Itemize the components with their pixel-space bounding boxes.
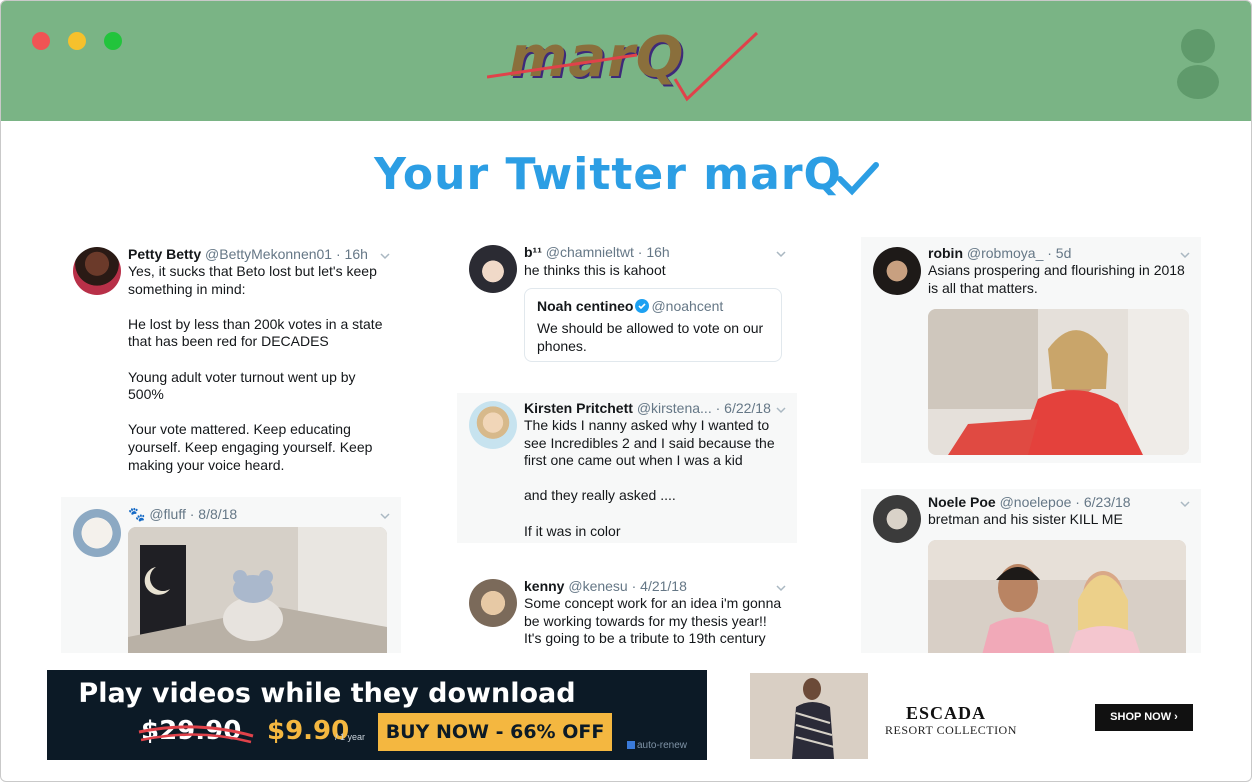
tweet-card-betty[interactable]: Petty Betty @BettyMekonnen01 · 16h Yes, … <box>61 237 401 487</box>
browser-window: marQ Your Twitter marQ Petty Betty @Bett… <box>0 0 1252 782</box>
tweet-text: Some concept work for an idea i'm gonna … <box>524 595 782 647</box>
tweet-author-name[interactable]: kenny <box>524 578 564 594</box>
chevron-down-icon[interactable] <box>379 250 391 262</box>
tweet-media-image[interactable] <box>928 540 1186 653</box>
avatar[interactable] <box>469 401 517 449</box>
strikethrough-icon <box>138 725 254 744</box>
tweet-text: bretman and his sister KILL ME <box>928 511 1123 527</box>
tweet-card-kenny[interactable]: kenny @kenesu · 4/21/18 Some concept wor… <box>457 569 797 653</box>
tweet-text: Asians prospering and flourishing in 201… <box>928 262 1185 296</box>
chevron-down-icon[interactable] <box>1179 249 1191 261</box>
tweet-column-2: b¹¹ @chamnieltwt · 16h he thinks this is… <box>457 237 797 653</box>
tweet-meta: @noelepoe · 6/23/18 <box>999 494 1131 510</box>
tweet-meta: @chamnieltwt · 16h <box>545 244 670 260</box>
marq-logo[interactable]: marQ <box>487 19 767 103</box>
ad-brand: ESCADA <box>906 703 987 723</box>
ad-banner-escada[interactable]: ESCADA RESORT COLLECTION SHOP NOW › <box>750 673 1207 759</box>
avatar[interactable] <box>873 495 921 543</box>
tweet-author-name[interactable]: b¹¹ <box>524 244 542 260</box>
tweet-text: Yes, it sucks that Beto lost but let's k… <box>128 263 383 473</box>
tweet-text: The kids I nanny asked why I wanted to s… <box>524 417 775 539</box>
chevron-down-icon[interactable] <box>775 248 787 260</box>
tweet-meta: @robmoya_ · 5d <box>966 245 1072 261</box>
user-profile-icon[interactable] <box>1177 29 1221 99</box>
tweet-card-b11[interactable]: b¹¹ @chamnieltwt · 16h he thinks this is… <box>457 237 797 377</box>
tweet-text: he thinks this is kahoot <box>524 262 666 278</box>
tweet-media-image[interactable] <box>128 527 387 653</box>
chevron-down-icon[interactable] <box>1179 498 1191 510</box>
woman-red-dress-image <box>928 309 1189 455</box>
quoted-author-handle: @noahcent <box>651 298 724 314</box>
ad-subtitle: RESORT COLLECTION <box>885 723 1017 737</box>
tweet-card-kirsten[interactable]: Kirsten Pritchett @kirstena... · 6/22/18… <box>457 393 797 543</box>
checkbox-icon <box>627 741 635 749</box>
tweet-author-name[interactable]: Noele Poe <box>928 494 996 510</box>
tweet-media-image[interactable] <box>928 309 1189 455</box>
verified-badge-icon <box>635 299 650 313</box>
avatar[interactable] <box>469 245 517 293</box>
dog-video-image <box>128 527 387 653</box>
avatar[interactable] <box>73 247 121 295</box>
chevron-down-icon[interactable] <box>775 404 787 416</box>
tweet-card-noele[interactable]: Noele Poe @noelepoe · 6/23/18 bretman an… <box>861 489 1201 653</box>
minimize-window-button[interactable] <box>68 32 86 50</box>
siblings-video-image <box>928 540 1186 653</box>
auto-renew-label: auto-renew <box>627 740 687 751</box>
app-header: marQ <box>1 1 1251 121</box>
tweet-author-name[interactable]: robin <box>928 245 963 261</box>
shop-now-button[interactable]: SHOP NOW › <box>1095 704 1193 731</box>
title-check-icon <box>836 162 879 196</box>
tweet-author-name[interactable]: Kirsten Pritchett <box>524 400 633 416</box>
tweet-meta: @kenesu · 4/21/18 <box>568 578 687 594</box>
quoted-author-name: Noah centineo <box>537 298 634 314</box>
page-title: Your Twitter marQ <box>1 149 1251 200</box>
ad-model-image <box>750 673 868 759</box>
tweet-meta: @BettyMekonnen01 · 16h <box>205 246 368 262</box>
avatar[interactable] <box>469 579 517 627</box>
tweet-column-3: robin @robmoya_ · 5d Asians prospering a… <box>861 237 1201 653</box>
ad-headline: Play videos while they download <box>78 678 576 709</box>
quoted-text: We should be allowed to vote on our phon… <box>537 320 764 354</box>
tweet-column-1: Petty Betty @BettyMekonnen01 · 16h Yes, … <box>61 237 401 653</box>
tweet-meta: @fluff · 8/8/18 <box>149 506 238 522</box>
close-window-button[interactable] <box>32 32 50 50</box>
ad-banner-video-player[interactable]: Play videos while they download $29.90 $… <box>47 670 707 760</box>
logo-check-icon <box>487 31 759 102</box>
avatar[interactable] <box>873 247 921 295</box>
ad-price-period: / 1 year <box>335 732 366 742</box>
tweet-author-name[interactable]: Petty Betty <box>128 246 201 262</box>
maximize-window-button[interactable] <box>104 32 122 50</box>
avatar[interactable] <box>73 509 121 557</box>
tweet-meta: @kirstena... · 6/22/18 <box>636 400 771 416</box>
tweet-card-robin[interactable]: robin @robmoya_ · 5d Asians prospering a… <box>861 237 1201 463</box>
buy-now-button[interactable]: BUY NOW - 66% OFF <box>378 713 612 751</box>
chevron-down-icon[interactable] <box>379 510 391 522</box>
chevron-down-icon[interactable] <box>775 582 787 594</box>
tweet-author-name[interactable]: 🐾 <box>128 506 145 522</box>
tweet-card-fluff[interactable]: 🐾 @fluff · 8/8/18 <box>61 497 401 653</box>
quoted-tweet[interactable]: Noah centineo @noahcent We should be allo… <box>524 288 782 362</box>
